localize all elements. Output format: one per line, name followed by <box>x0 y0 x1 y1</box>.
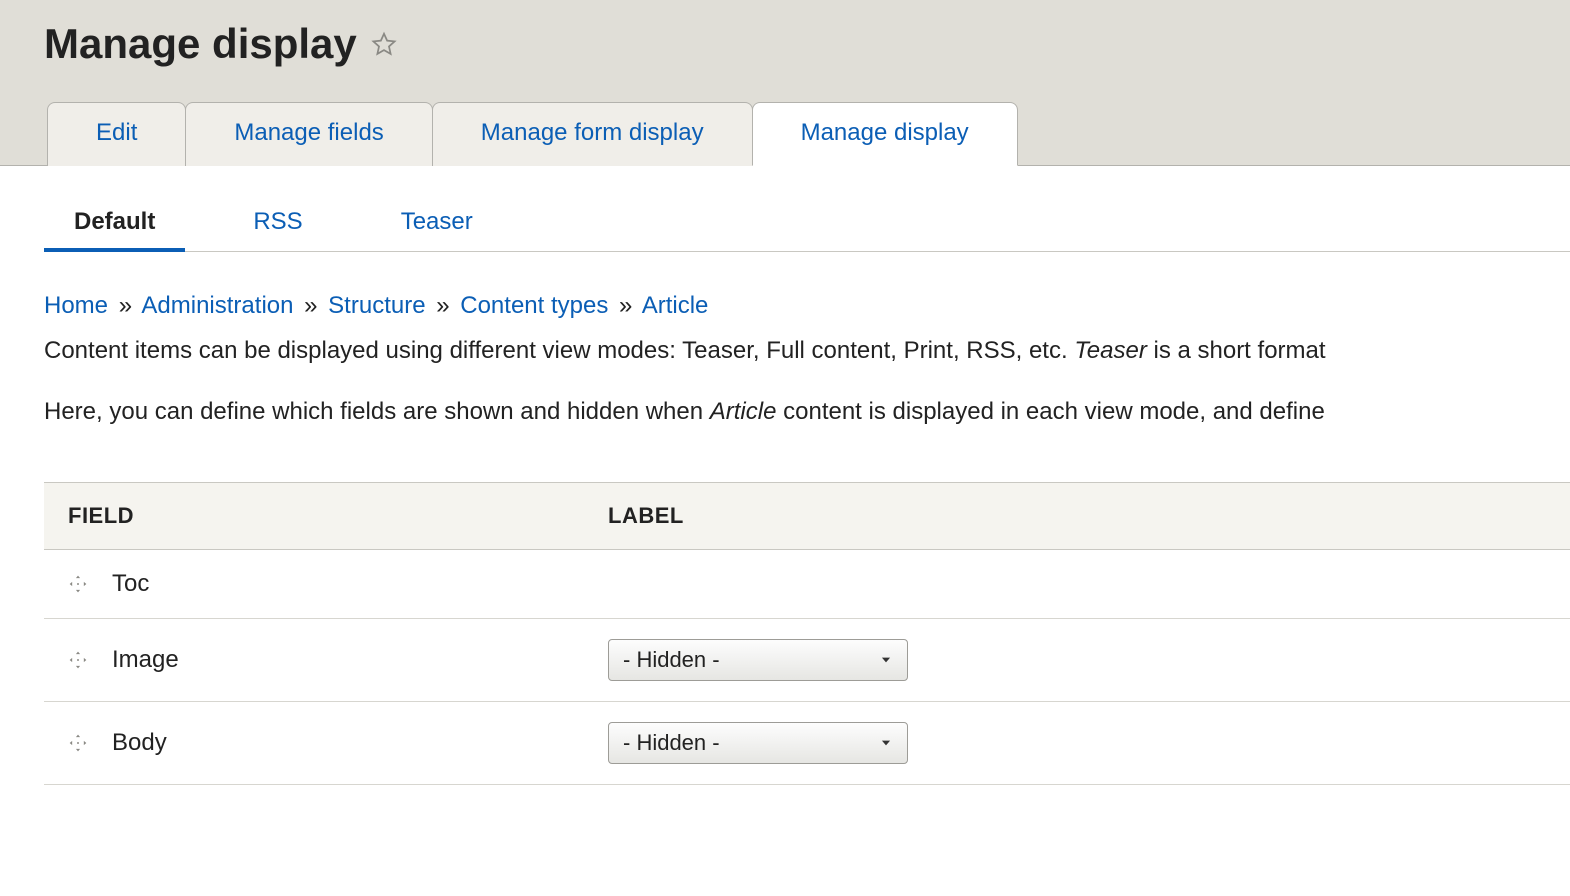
tab-manage-form-display[interactable]: Manage form display <box>432 102 753 166</box>
field-name: Body <box>112 729 608 757</box>
chevron-down-icon <box>879 736 893 750</box>
crumb-content-types[interactable]: Content types <box>460 292 608 319</box>
drag-handle-icon[interactable] <box>68 650 112 670</box>
subtab-rss[interactable]: RSS <box>223 198 332 252</box>
primary-tabs: Edit Manage fields Manage form display M… <box>44 102 1570 165</box>
drag-handle-icon[interactable] <box>68 574 112 594</box>
crumb-home[interactable]: Home <box>44 292 108 319</box>
drag-handle-icon[interactable] <box>68 733 112 753</box>
fields-table: FIELD LABEL Toc Image - Hidden - <box>44 482 1570 785</box>
th-field: FIELD <box>68 503 608 529</box>
help-text-1: Content items can be displayed using dif… <box>44 334 1570 369</box>
subtab-default[interactable]: Default <box>44 198 185 252</box>
table-row: Image - Hidden - <box>44 619 1570 702</box>
chevron-down-icon <box>879 653 893 667</box>
label-select[interactable]: - Hidden - <box>608 639 908 681</box>
tab-manage-fields[interactable]: Manage fields <box>185 102 432 166</box>
secondary-tabs: Default RSS Teaser <box>44 198 1570 252</box>
tab-manage-display[interactable]: Manage display <box>752 102 1018 166</box>
tab-edit[interactable]: Edit <box>47 102 186 166</box>
crumb-article[interactable]: Article <box>642 292 709 319</box>
label-select[interactable]: - Hidden - <box>608 722 908 764</box>
crumb-structure[interactable]: Structure <box>328 292 425 319</box>
breadcrumb: Home » Administration » Structure » Cont… <box>44 292 1570 320</box>
table-row: Toc <box>44 550 1570 619</box>
crumb-administration[interactable]: Administration <box>141 292 293 319</box>
page-title: Manage display <box>44 20 357 68</box>
star-icon[interactable] <box>371 31 397 57</box>
subtab-teaser[interactable]: Teaser <box>371 198 503 252</box>
field-name: Toc <box>112 570 608 598</box>
table-row: Body - Hidden - <box>44 702 1570 785</box>
field-name: Image <box>112 646 608 674</box>
help-text-2: Here, you can define which fields are sh… <box>44 395 1570 430</box>
th-label: LABEL <box>608 503 684 529</box>
